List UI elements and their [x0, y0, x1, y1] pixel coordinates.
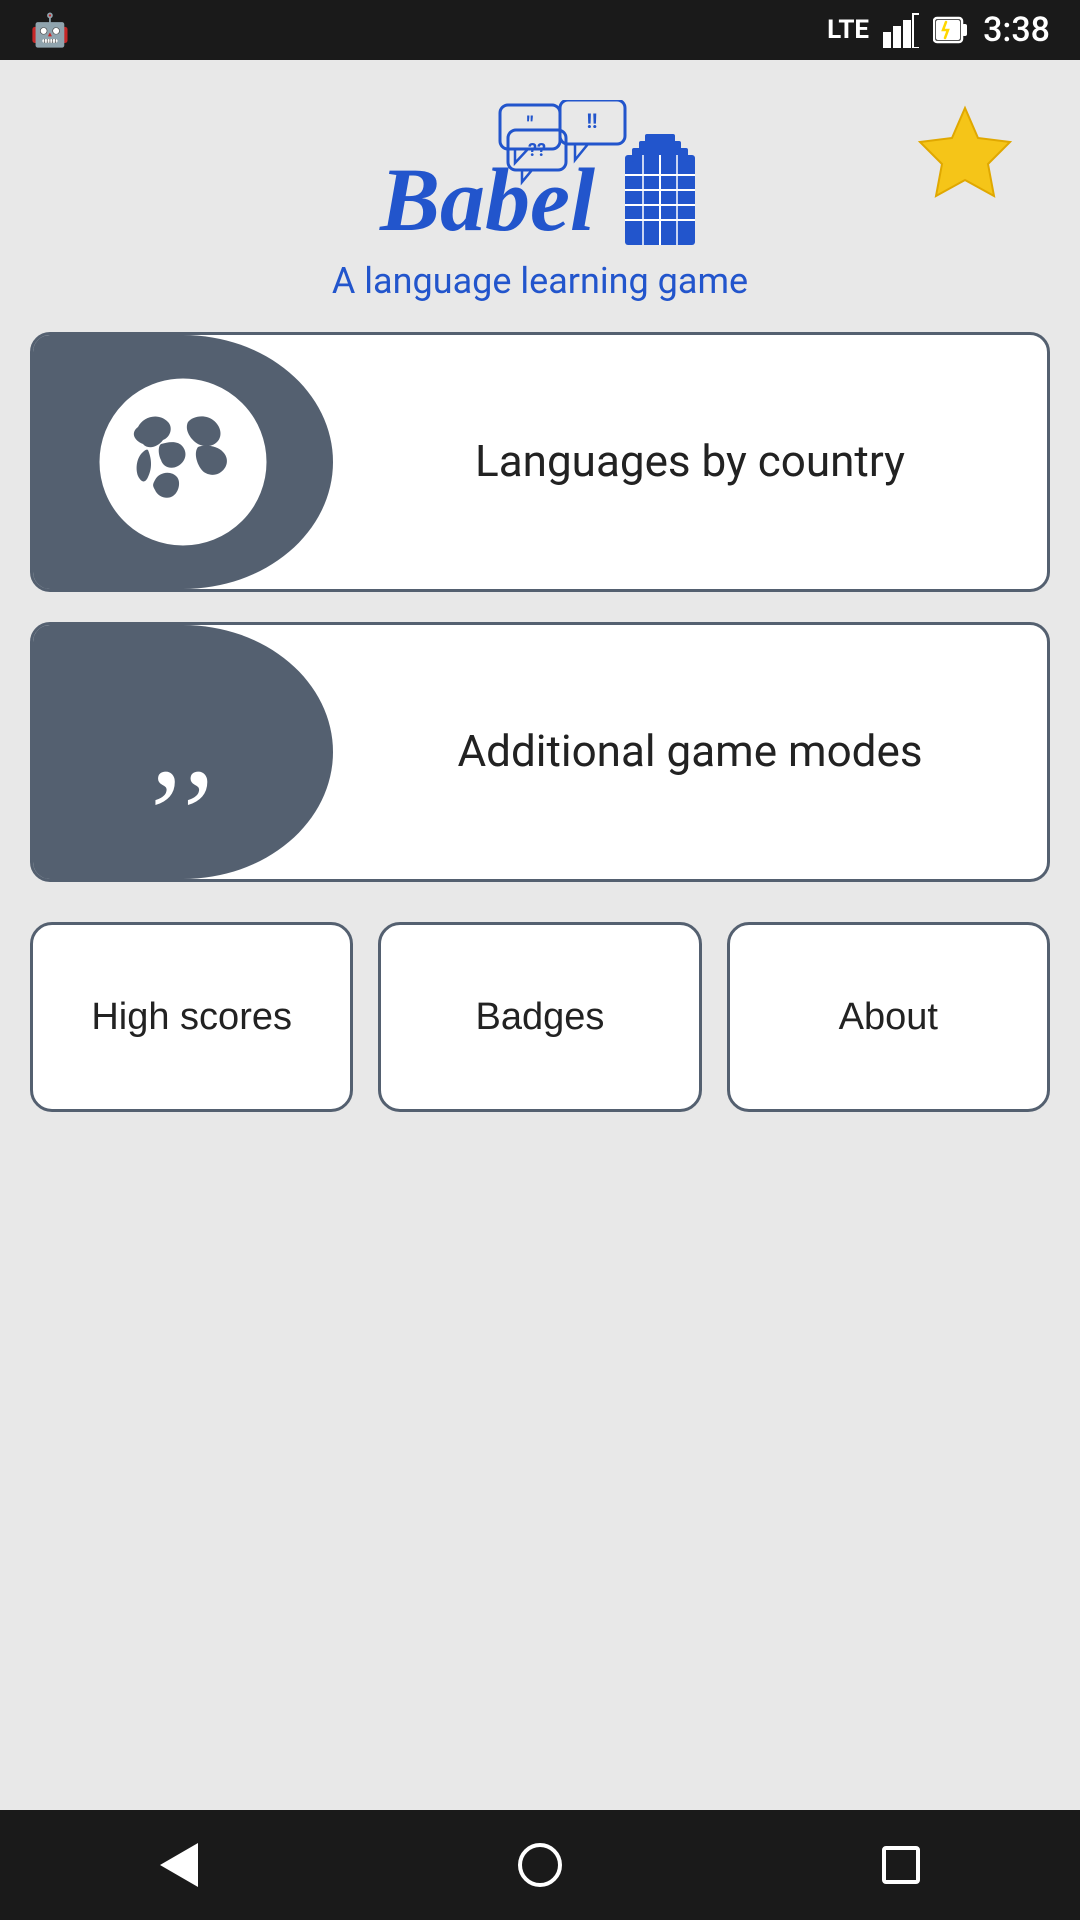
status-bar-right: LTE 3:38: [827, 10, 1050, 50]
game-cards: Languages by country ,, Additional game …: [30, 332, 1050, 882]
header: " !! ?? Babel: [30, 100, 1050, 302]
svg-text:!!: !!: [587, 109, 598, 133]
battery-icon: [933, 12, 969, 48]
languages-by-country-label-area: Languages by country: [333, 335, 1047, 589]
babel-logo: " !! ?? Babel: [360, 100, 720, 250]
about-button[interactable]: About: [727, 922, 1050, 1112]
logo-area: " !! ?? Babel: [332, 100, 748, 302]
app-notification-icon: 🤖: [30, 11, 70, 49]
quotes-icon-area: ,,: [33, 625, 333, 879]
globe-icon: [93, 372, 273, 552]
high-scores-button[interactable]: High scores: [30, 922, 353, 1112]
back-icon: [160, 1843, 198, 1887]
languages-by-country-label: Languages by country: [475, 433, 905, 490]
bottom-navigation: [0, 1810, 1080, 1920]
nav-recents-button[interactable]: [872, 1836, 930, 1894]
main-content: " !! ?? Babel: [0, 60, 1080, 1810]
languages-by-country-card[interactable]: Languages by country: [30, 332, 1050, 592]
home-icon: [518, 1843, 562, 1887]
svg-text:": ": [526, 113, 533, 138]
nav-home-button[interactable]: [508, 1833, 572, 1897]
star-button[interactable]: [910, 100, 1020, 213]
status-bar-left: 🤖: [30, 11, 70, 49]
lte-indicator: LTE: [827, 15, 869, 45]
globe-icon-area: [33, 335, 333, 589]
signal-icon: [883, 12, 919, 48]
badges-label: Badges: [476, 996, 605, 1039]
app-subtitle: A language learning game: [332, 260, 748, 302]
status-bar: 🤖 LTE 3:38: [0, 0, 1080, 60]
additional-game-modes-label-area: Additional game modes: [333, 625, 1047, 879]
high-scores-label: High scores: [91, 996, 292, 1039]
about-label: About: [839, 996, 938, 1039]
recents-icon: [882, 1846, 920, 1884]
quote-marks-icon: ,,: [151, 677, 216, 807]
additional-game-modes-card[interactable]: ,, Additional game modes: [30, 622, 1050, 882]
additional-game-modes-label: Additional game modes: [457, 723, 922, 780]
badges-button[interactable]: Badges: [378, 922, 701, 1112]
svg-text:Babel: Babel: [379, 151, 595, 250]
star-icon: [910, 100, 1020, 210]
clock: 3:38: [983, 10, 1050, 50]
bottom-buttons-row: High scores Badges About: [30, 922, 1050, 1112]
nav-back-button[interactable]: [150, 1833, 208, 1897]
